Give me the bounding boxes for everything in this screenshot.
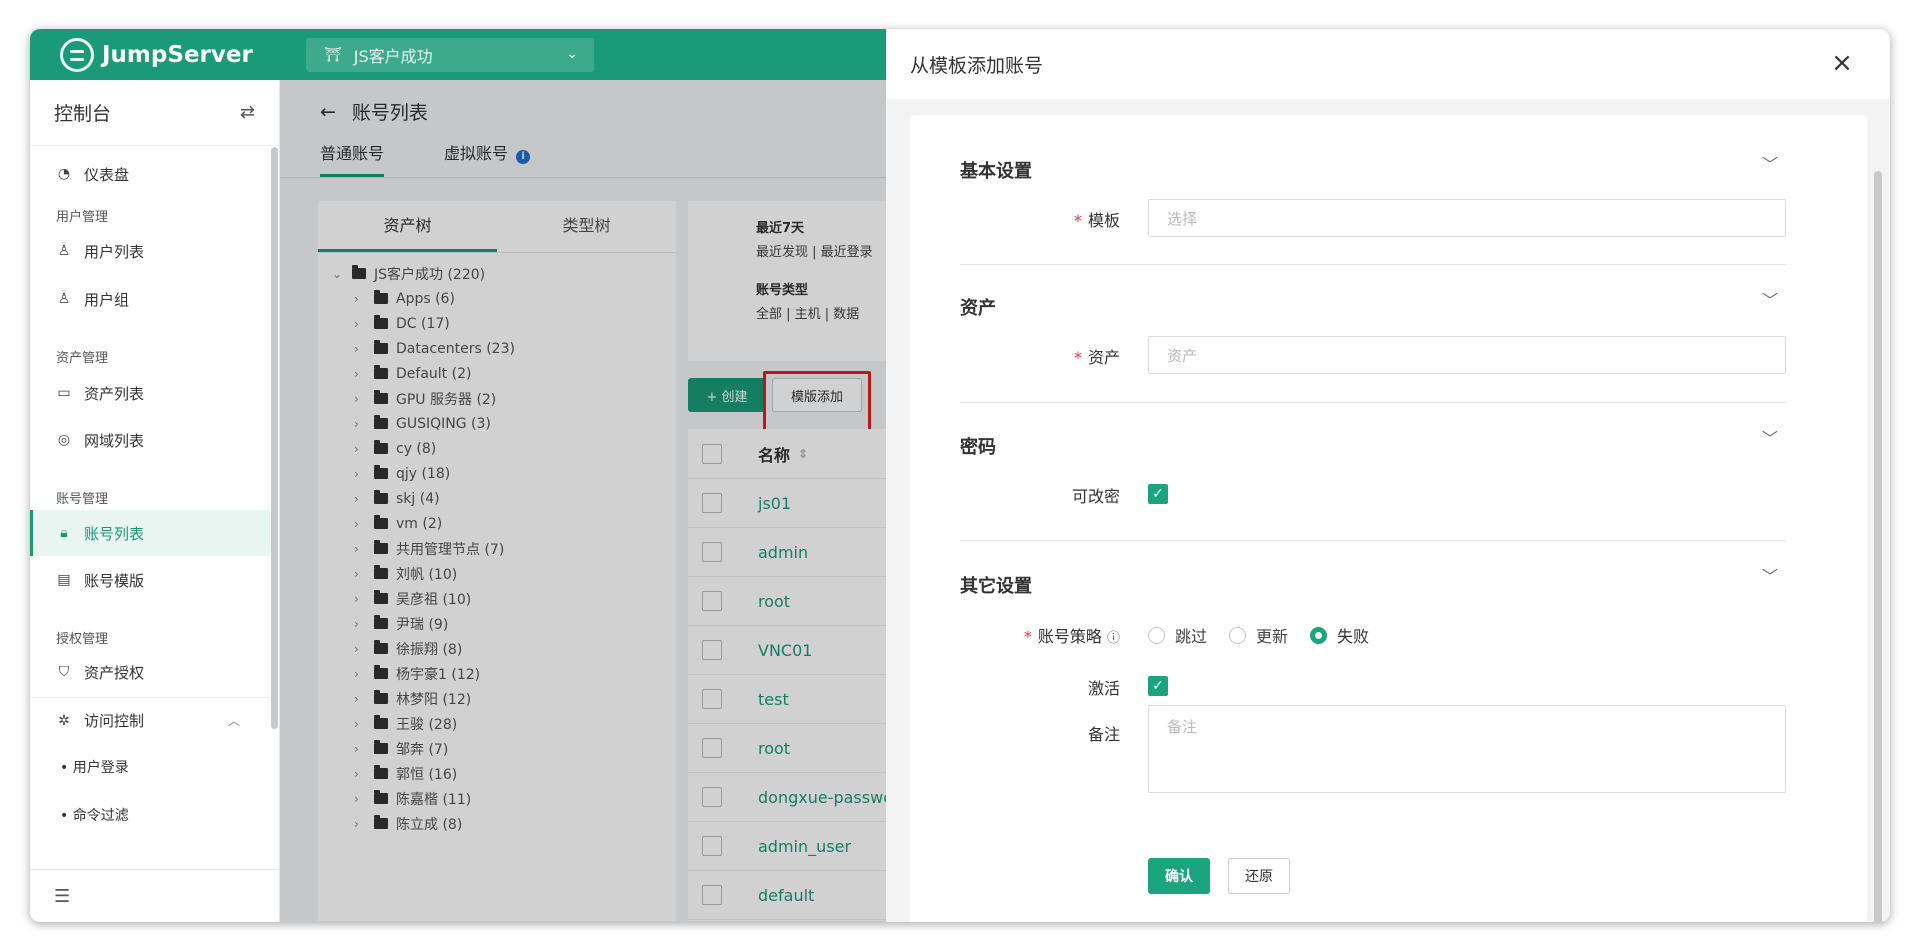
sidebar-group-permissions: 授权管理 [56,632,109,647]
template-label: * 模板 [1073,211,1120,230]
help-icon[interactable]: ⓘ [1107,631,1120,646]
comment-textarea[interactable]: 备注 [1148,705,1786,793]
add-from-template-drawer: 从模板添加账号 × 基本设置 ﹀ *模板 选择 资产 ﹀ *资产 资产 密码 [886,29,1890,922]
form-card: 基本设置 ﹀ * 模板 选择 资产 ﹀ * 资产 资产 密码 ﹀ 可改密 ✓ 其… [910,115,1867,922]
radio-label: 失败 [1337,627,1370,646]
sidebar-item-user-group[interactable]: ♙ 用户组 [30,276,270,322]
section-title-asset[interactable]: 资产 [960,294,996,320]
section-title-other[interactable]: 其它设置 [960,572,1032,598]
sidebar-scrollbar[interactable] [271,147,278,729]
sidebar-item-dashboard[interactable]: ◔ 仪表盘 [30,151,270,197]
policy-option-update[interactable]: 更新 [1229,623,1288,647]
org-name: JS客户成功 [353,47,433,66]
sidebar-item-label: 资产列表 [84,384,145,403]
sidebar-item-label: 命令过滤 [72,808,129,824]
sidebar-item-account-template[interactable]: ▤ 账号模版 [30,557,270,603]
comment-label: 备注 [1087,725,1120,744]
radio-label: 更新 [1256,627,1289,646]
chevron-down-icon[interactable]: ﹀ [1762,425,1778,449]
location-icon: ◎ [57,432,71,448]
app-window: JumpServer ⛩ JS客户成功 ⌄ 控制台 ⇄ ◔ 仪表盘 用户管理 ♙… [30,29,1890,922]
asset-select[interactable]: 资产 [1148,336,1786,374]
radio-circle [1148,626,1165,644]
access-control-icon: ✲ [58,712,70,729]
label-text: 资产 [1087,348,1120,367]
sidebar-item-user-login[interactable]: • 用户登录 [60,757,129,777]
changeable-checkbox[interactable]: ✓ [1148,484,1168,504]
sidebar: 控制台 ⇄ ◔ 仪表盘 用户管理 ♙ 用户列表 ♙ 用户组 资产管理 ▭ 资产列… [30,80,280,922]
template-select[interactable]: 选择 [1148,199,1786,237]
users-icon: ♙ [57,291,71,307]
sidebar-item-asset-permission[interactable]: ⛉ 资产授权 [30,649,270,695]
dashboard-icon: ◔ [57,166,71,182]
sidebar-item-label: 用户列表 [84,242,145,261]
template-icon: ▤ [57,572,71,588]
collapse-menu-icon[interactable]: ☰ [30,869,280,922]
org-tree-icon: ⛩ [324,47,342,63]
sidebar-item-asset-list[interactable]: ▭ 资产列表 [30,370,270,416]
sidebar-item-label: 账号列表 [84,524,145,543]
screen: JumpServer ⛩ JS客户成功 ⌄ 控制台 ⇄ ◔ 仪表盘 用户管理 ♙… [0,0,1920,940]
label-text: 模板 [1087,211,1120,230]
policy-option-skip[interactable]: 跳过 [1148,623,1207,647]
sidebar-item-access-control[interactable]: ✲ 访问控制 ︿ [30,697,270,743]
section-basic: 基本设置 ﹀ * 模板 选择 [960,115,1786,265]
chevron-down-icon: ⌄ [566,46,578,62]
section-title-password[interactable]: 密码 [960,433,996,459]
sidebar-item-label: 网域列表 [84,431,145,450]
policy-radio-group: 跳过 更新 失败 [1148,623,1369,647]
logo-icon [60,38,94,72]
sidebar-header: 控制台 ⇄ [30,80,279,146]
drawer-title: 从模板添加账号 [910,54,1044,77]
chevron-up-icon: ︿ [227,714,240,728]
sidebar-item-label: 账号模版 [84,571,145,590]
switch-view-icon[interactable]: ⇄ [240,102,255,123]
org-selector[interactable]: ⛩ JS客户成功 ⌄ [306,38,594,72]
sidebar-item-label: 访问控制 [84,712,145,730]
chevron-down-icon[interactable]: ﹀ [1762,151,1778,175]
section-title-basic[interactable]: 基本设置 [960,157,1032,183]
section-other: 其它设置 ﹀ * 账号策略 ⓘ 跳过 更新 失败 激活 ✓ 备注 备注 [960,541,1786,922]
sidebar-item-label: 用户组 [84,290,130,309]
sidebar-group-users: 用户管理 [56,210,109,225]
chevron-down-icon[interactable]: ﹀ [1762,287,1778,311]
sidebar-item-label: 资产授权 [84,663,145,682]
section-asset: 资产 ﹀ * 资产 资产 [960,265,1786,403]
confirm-button[interactable]: 确认 [1148,858,1210,894]
changeable-label: 可改密 [1071,487,1120,506]
chevron-down-icon[interactable]: ﹀ [1762,563,1778,587]
drawer-body: 基本设置 ﹀ * 模板 选择 资产 ﹀ * 资产 资产 密码 ﹀ 可改密 ✓ 其… [886,99,1890,922]
sidebar-group-accounts: 账号管理 [56,492,109,507]
sidebar-title: 控制台 [54,103,112,125]
lock-icon: 🔒︎ [60,525,68,541]
label-text: 账号策略 [1037,627,1102,646]
active-label: 激活 [1087,679,1120,698]
sidebar-group-assets: 资产管理 [56,351,109,366]
radio-circle [1310,626,1328,644]
monitor-icon: ▭ [57,385,71,401]
drawer-scrollbar[interactable] [1874,171,1882,922]
policy-label: * 账号策略 ⓘ [1023,627,1120,646]
sidebar-item-label: 仪表盘 [84,165,130,184]
section-password: 密码 ﹀ 可改密 ✓ [960,403,1786,541]
radio-label: 跳过 [1175,627,1208,646]
asset-label: * 资产 [1073,348,1120,367]
close-icon[interactable]: × [1830,50,1854,76]
radio-circle [1229,626,1247,644]
brand-logo[interactable]: JumpServer [60,38,253,72]
shield-icon: ⛉ [58,664,70,680]
active-checkbox[interactable]: ✓ [1148,676,1168,696]
reset-button[interactable]: 还原 [1228,858,1290,894]
sidebar-item-domain-list[interactable]: ◎ 网域列表 [30,417,270,463]
sidebar-item-command-filter[interactable]: • 命令过滤 [60,805,129,825]
policy-option-fail[interactable]: 失败 [1310,623,1369,647]
sidebar-item-account-list[interactable]: 🔒︎ 账号列表 [30,510,270,556]
sidebar-item-label: 用户登录 [72,760,129,776]
sidebar-item-user-list[interactable]: ♙ 用户列表 [30,228,270,274]
brand-name: JumpServer [102,42,253,68]
user-icon: ♙ [57,243,71,259]
